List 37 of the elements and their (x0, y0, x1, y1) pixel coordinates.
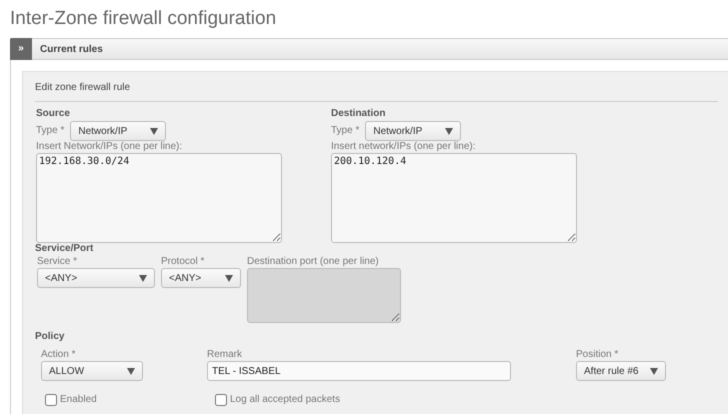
field-label: Type * (36, 125, 64, 137)
protocol-select[interactable]: <ANY> (161, 268, 241, 288)
position-select[interactable]: After rule #6 (576, 361, 666, 381)
section-heading: Destination (331, 108, 386, 120)
checkbox[interactable] (215, 394, 227, 406)
field-label: Insert Network/IPs (one per line): (36, 141, 184, 153)
caret-icon (445, 128, 454, 134)
caret-icon (150, 128, 158, 134)
caret-icon (139, 274, 147, 282)
checkbox-label: Log all accepted packets (230, 394, 340, 406)
type-select[interactable]: Network/IP (70, 121, 166, 141)
page-title: Inter-Zone firewall configuration (10, 7, 278, 31)
field-label: Type * (331, 125, 360, 137)
caret-icon (127, 368, 135, 374)
expand-toggle[interactable]: » (10, 38, 32, 60)
field-label: Position * (576, 349, 620, 361)
checkbox-label: Enabled (60, 394, 97, 406)
panel-title: Current rules (40, 42, 103, 56)
field-label: Destination port (one per line) (247, 256, 380, 268)
field-label: Protocol * (161, 256, 206, 268)
section-heading: Policy (35, 331, 66, 343)
action-select[interactable]: ALLOW (41, 361, 143, 381)
checkbox[interactable] (45, 394, 57, 406)
service-select[interactable]: <ANY> (37, 268, 155, 288)
caret-icon (650, 368, 658, 374)
field-label: Insert network/IPs (one per line): (331, 141, 477, 153)
section-heading: Source (36, 108, 71, 120)
field-label: Service * (37, 256, 78, 268)
field-label: Action * (41, 349, 76, 361)
ip-list-field[interactable]: 200.10.120.4 (331, 153, 577, 243)
type-select[interactable]: Network/IP (365, 121, 462, 141)
section-heading: Service/Port (35, 243, 94, 255)
field-label: Remark (207, 349, 244, 361)
ip-list-field[interactable]: 192.168.30.0/24 (36, 153, 282, 243)
remark-field[interactable]: TEL - ISSABEL (207, 361, 511, 381)
form-title: Edit zone firewall rule (35, 80, 718, 102)
caret-icon (225, 274, 233, 282)
